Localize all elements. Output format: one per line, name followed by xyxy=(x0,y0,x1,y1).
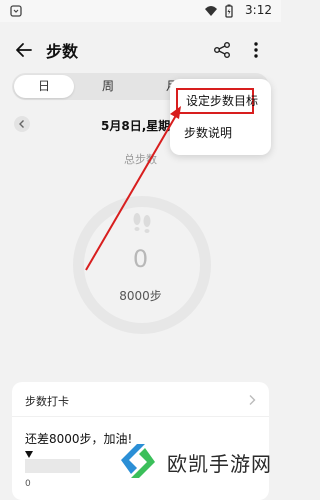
page-title: 步数 xyxy=(46,42,79,61)
tab-week[interactable]: 周 xyxy=(78,75,138,98)
chevron-right-icon xyxy=(249,395,256,405)
wifi-icon xyxy=(205,6,217,16)
menu-item-step-info[interactable]: 步数说明 xyxy=(176,120,232,146)
divider xyxy=(12,416,269,417)
battery-icon xyxy=(225,4,233,18)
back-arrow-icon[interactable] xyxy=(14,40,34,60)
status-time: 3:12 xyxy=(245,3,272,17)
tab-day[interactable]: 日 xyxy=(14,75,74,98)
axis-start-label: 0 xyxy=(25,479,31,489)
watermark-text: 欧凯手游网 xyxy=(167,452,272,476)
progress-marker xyxy=(25,451,33,458)
progress-bar xyxy=(25,459,80,473)
card-title: 步数打卡 xyxy=(25,395,69,408)
menu-item-set-step-goal[interactable]: 设定步数目标 xyxy=(176,88,258,114)
more-vert-icon[interactable] xyxy=(246,40,266,60)
previous-day-button[interactable] xyxy=(14,116,30,132)
share-icon[interactable] xyxy=(213,41,231,59)
watermark-logo-icon xyxy=(121,444,155,478)
android-debug-icon xyxy=(10,5,22,17)
app-bar: 步数 xyxy=(0,22,281,80)
overflow-menu: 设定步数目标 步数说明 xyxy=(170,79,271,155)
status-bar: 3:12 xyxy=(0,0,281,22)
chevron-left-icon xyxy=(19,120,24,128)
steps-goal: 8000步 xyxy=(119,289,162,303)
footprints-icon xyxy=(133,213,151,233)
steps-count: 0 xyxy=(132,245,149,273)
